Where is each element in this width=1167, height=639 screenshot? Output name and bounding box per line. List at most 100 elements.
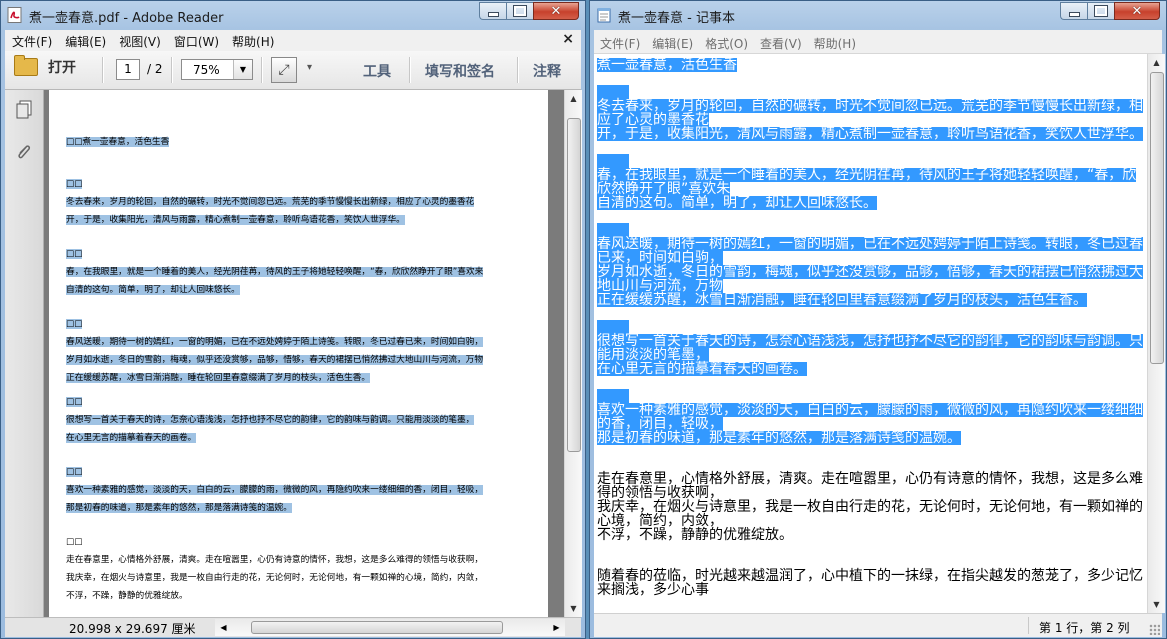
menu-help[interactable]: 帮助(H) bbox=[808, 30, 862, 52]
selected-text-line: 煮一壶春意，活色生香 bbox=[597, 57, 737, 73]
selected-blank-line bbox=[597, 85, 629, 99]
selected-text-line: 岁月如水逝，冬日的雪韵，梅魂，似乎还没赏够，品够，悟够，春天的裙摆已悄然拂过大 bbox=[597, 264, 1143, 280]
pdf-text-line: 很想写一首关于春天的诗，怎奈心语浅浅，怎抒也抒不尽它的韵律，它的韵味与韵调。只能… bbox=[66, 415, 475, 425]
close-button[interactable]: ✕ bbox=[1114, 2, 1160, 20]
pdf-text-line: 自清的这句。简单，明了，却让人回味悠长。 bbox=[66, 285, 240, 295]
open-button[interactable]: 打开 bbox=[14, 55, 76, 77]
scroll-thumb[interactable] bbox=[1150, 72, 1164, 364]
menu-edit[interactable]: 编辑(E) bbox=[58, 30, 112, 50]
close-icon: ✕ bbox=[1131, 3, 1143, 19]
zoom-select[interactable]: 75% ▼ bbox=[181, 59, 253, 80]
pdf-text-line: □□ bbox=[66, 537, 83, 547]
hscroll-thumb[interactable] bbox=[251, 621, 503, 634]
text-editor[interactable]: 煮一壶春意，活色生香 冬去春来，岁月的轮回，自然的碾转，时光不觉间忽已远。荒芜的季… bbox=[594, 54, 1147, 613]
fit-page-button[interactable]: ⤢ bbox=[271, 57, 297, 83]
paperclip-icon[interactable] bbox=[15, 142, 33, 162]
menu-file[interactable]: 文件(F) bbox=[594, 30, 646, 52]
minimize-button[interactable] bbox=[479, 2, 506, 20]
scroll-down-icon[interactable]: ▼ bbox=[565, 600, 582, 617]
text-line: 我庆幸，在烟火与诗意里，我是一枚自由行走的花，无论何时，无论何地，有一颗如禅的 bbox=[597, 499, 1143, 515]
selected-text-line: 很想写一首关于春天的诗，怎奈心语浅浅，怎抒也抒不尽它的韵律，它的韵味与韵调。只 bbox=[597, 333, 1143, 349]
reader-window-title: 煮一壶春意.pdf - Adobe Reader bbox=[29, 11, 224, 26]
selected-blank-line bbox=[597, 154, 629, 168]
text-line: 随着春的莅临，时光越来越温润了，心中植下的一抹绿，在指尖越发的葱茏了，多少记忆 bbox=[597, 568, 1143, 584]
text-line: 不浮，不躁，静静的优雅绽放。 bbox=[597, 527, 793, 543]
resize-grip-icon[interactable] bbox=[1149, 624, 1160, 635]
menu-view[interactable]: 查看(V) bbox=[754, 30, 808, 52]
pdf-text-line: □□ bbox=[66, 179, 83, 189]
minimize-button[interactable] bbox=[1060, 2, 1087, 20]
notepad-titlebar[interactable]: 煮一壶春意 - 记事本 ✕ bbox=[590, 1, 1166, 30]
scroll-right-icon[interactable]: ▶ bbox=[548, 619, 565, 636]
menu-format[interactable]: 格式(O) bbox=[699, 30, 754, 52]
toolbar-more-icon[interactable]: ▾ bbox=[307, 62, 312, 73]
document-close-button[interactable]: × bbox=[562, 31, 574, 47]
selected-text-line: 那是初春的味道，那是素年的悠然，那是落满诗笺的温婉。 bbox=[597, 430, 961, 446]
selected-text-line: 已来，时间如白驹， bbox=[597, 250, 723, 266]
menu-file[interactable]: 文件(F) bbox=[5, 30, 58, 50]
navigation-pane bbox=[5, 90, 44, 617]
selected-text-line: 春风送暖，期待一树的嫣红，一窗的明媚，已在不远处娉婷于陌上诗笺。转眼，冬已过春 bbox=[597, 236, 1143, 252]
scroll-up-icon[interactable]: ▲ bbox=[565, 90, 582, 107]
scroll-left-icon[interactable]: ◀ bbox=[215, 619, 232, 636]
toolbar-separator bbox=[102, 57, 104, 83]
maximize-icon bbox=[1094, 5, 1108, 17]
folder-icon bbox=[14, 55, 38, 76]
text-line: 走在春意里，心情格外舒展，清爽。走在喧嚣里，心仍有诗意的情怀，我想，这是多么难 bbox=[597, 471, 1143, 487]
selected-blank-line bbox=[597, 389, 629, 403]
selected-text-line: 自清的这句。简单，明了，却让人回味悠长。 bbox=[597, 195, 877, 211]
pdf-paragraph: □□ 春，在我眼里，就是一个睡着的美人，经光阴荏苒，待风的王子将她轻轻唤醒，“春，… bbox=[66, 245, 542, 299]
scroll-thumb[interactable] bbox=[567, 118, 581, 452]
tools-button[interactable]: 工具 bbox=[363, 61, 391, 81]
scroll-up-icon[interactable]: ▲ bbox=[1148, 54, 1165, 71]
minimize-icon bbox=[1068, 11, 1080, 17]
notepad-vertical-scrollbar[interactable]: ▲ ▼ bbox=[1147, 54, 1165, 613]
toolbar-separator bbox=[409, 57, 411, 83]
selected-text-line: 正在缓缓苏醒，冰雪日渐消融，睡在轮回里春意缀满了岁月的枝头，活色生香。 bbox=[597, 292, 1087, 308]
selected-text-line: 喜欢一种素雅的感觉，淡淡的天，白白的云，朦朦的雨，微微的风，再隐约吹来一缕细细 bbox=[597, 402, 1143, 418]
text-line: 来搁浅，多少心事 bbox=[597, 582, 709, 598]
maximize-icon bbox=[513, 5, 527, 17]
reader-horizontal-scrollbar[interactable]: ◀ ▶ bbox=[215, 619, 565, 636]
pdf-paragraph: □□ 很想写一首关于春天的诗，怎奈心语浅浅，怎抒也抒不尽它的韵律，它的韵味与韵调。… bbox=[66, 393, 542, 447]
notepad-menubar: 文件(F) 编辑(E) 格式(O) 查看(V) 帮助(H) bbox=[594, 30, 1162, 54]
document-view[interactable]: □□煮一壶春意，活色生香 □□ 冬去春来，岁月的轮回，自然的碾转，时光不觉间忽已远。… bbox=[44, 90, 564, 617]
maximize-button[interactable] bbox=[506, 2, 533, 20]
menu-help[interactable]: 帮助(H) bbox=[225, 30, 280, 50]
pdf-text-line: 走在春意里，心情格外舒展，清爽。走在喧嚣里，心仍有诗意的情怀，我想，这是多么难得… bbox=[66, 555, 483, 565]
page-total: / 2 bbox=[147, 62, 163, 76]
menu-edit[interactable]: 编辑(E) bbox=[646, 30, 699, 52]
chevron-down-icon[interactable]: ▼ bbox=[233, 60, 252, 79]
zoom-value: 75% bbox=[193, 63, 220, 77]
status-divider bbox=[1028, 617, 1029, 634]
pdf-text-line: 岁月如水逝，冬日的雪韵，梅魂，似乎还没赏够，品够，悟够，春天的裙摆已悄然拂过大地… bbox=[66, 355, 483, 365]
page-dimensions: 20.998 x 29.697 厘米 bbox=[69, 622, 196, 636]
pdf-text-line: 开，于是，收集阳光，清风与雨露，精心煮制一壶春意，聆听鸟语花香，笑饮人世浮华。 bbox=[66, 215, 405, 225]
menu-view[interactable]: 视图(V) bbox=[112, 30, 167, 50]
maximize-button[interactable] bbox=[1087, 2, 1114, 20]
reader-statusbar: 20.998 x 29.697 厘米 ◀ ▶ bbox=[5, 617, 581, 637]
pdf-text-line: 正在缓缓苏醒，冰雪日渐消融，睡在轮回里春意缀满了岁月的枝头，活色生香。 bbox=[66, 373, 371, 383]
menu-window[interactable]: 窗口(W) bbox=[167, 30, 225, 50]
reader-toolbar: 打开 1 / 2 75% ▼ ⤢ ▾ 工具 填写和签名 注释 bbox=[5, 51, 581, 90]
pdf-paragraph: □□ 走在春意里，心情格外舒展，清爽。走在喧嚣里，心仍有诗意的情怀，我想，这是多么… bbox=[66, 533, 542, 605]
pdf-text-line: 春风送暖，期待一树的嫣红，一窗的明媚，已在不远处娉婷于陌上诗笺。转眼，冬已过春已… bbox=[66, 337, 483, 347]
pdf-text-line: □□ bbox=[66, 397, 83, 407]
notepad-window: 煮一壶春意 - 记事本 ✕ 文件(F) 编辑(E) 格式(O) 查看(V) 帮助(H) … bbox=[589, 0, 1167, 639]
reader-vertical-scrollbar[interactable]: ▲ ▼ bbox=[564, 90, 582, 617]
page-thumbnails-icon[interactable] bbox=[15, 100, 33, 120]
adobe-reader-window: 煮一壶春意.pdf - Adobe Reader ✕ 文件(F) 编辑(E) 视图(… bbox=[0, 0, 586, 639]
fill-sign-button[interactable]: 填写和签名 bbox=[425, 61, 495, 81]
pdf-text-line: 喜欢一种素雅的感觉，淡淡的天，白白的云，朦朦的雨，微微的风，再隐约吹来一缕细细的… bbox=[66, 485, 483, 495]
adobe-pdf-icon bbox=[7, 7, 22, 23]
selected-text-line: 能用淡淡的笔墨， bbox=[597, 347, 709, 363]
reader-titlebar[interactable]: 煮一壶春意.pdf - Adobe Reader ✕ bbox=[1, 1, 585, 30]
scroll-down-icon[interactable]: ▼ bbox=[1148, 596, 1165, 613]
selected-text-line: 开，于是，收集阳光，清风与雨露，精心煮制一壶春意，聆听鸟语花香，笑饮人世浮华。 bbox=[597, 126, 1143, 142]
cursor-position: 第 1 行，第 2 列 bbox=[1039, 621, 1130, 635]
page-number-input[interactable]: 1 bbox=[116, 59, 140, 80]
selected-blank-line bbox=[597, 320, 629, 334]
close-button[interactable]: ✕ bbox=[533, 2, 579, 20]
pdf-text-line: 那是初春的味道，那是素年的悠然，那是落满诗笺的温婉。 bbox=[66, 503, 292, 513]
comment-button[interactable]: 注释 bbox=[533, 61, 561, 81]
